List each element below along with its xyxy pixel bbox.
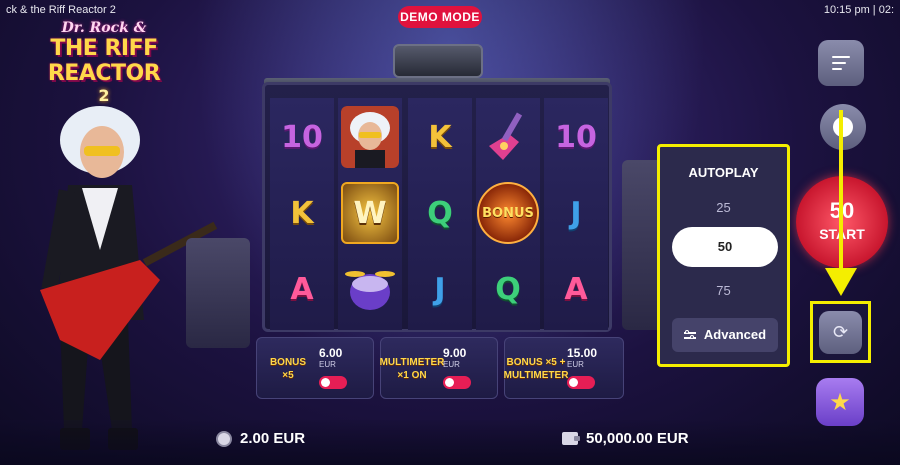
clock: 10:15 pm | 02: xyxy=(823,4,894,16)
wild-icon: W xyxy=(341,182,399,244)
balance-value: 50,000.00 EUR xyxy=(586,430,689,447)
drums-icon xyxy=(345,271,395,310)
favorite-button[interactable]: ★ xyxy=(816,378,864,426)
feature-toggle[interactable] xyxy=(443,376,471,389)
symbol-k: K xyxy=(428,119,452,155)
feature-price: 15.00 xyxy=(567,346,598,360)
logo-line-1: Dr. Rock & xyxy=(61,20,147,36)
symbol-q: Q xyxy=(495,271,521,307)
bottom-bar xyxy=(0,420,900,465)
speaker-right xyxy=(622,160,662,330)
autoplay-panel: AUTOPLAY 25 50 75 Advanced xyxy=(657,144,790,367)
star-icon: ★ xyxy=(829,388,851,416)
symbol-guitar xyxy=(476,102,540,172)
speaker-left xyxy=(186,238,250,348)
demo-mode-badge: DEMO MODE xyxy=(398,6,482,28)
sound-toggle-icon xyxy=(833,117,853,137)
symbol-bonus: BONUS xyxy=(476,178,540,248)
coin-icon xyxy=(216,430,232,447)
reactor-cap xyxy=(393,44,483,78)
rocker-portrait-icon xyxy=(341,106,399,168)
symbol-ten: 10 xyxy=(281,119,323,155)
symbol-wild: W xyxy=(338,178,402,248)
feature-price: 6.00 xyxy=(319,346,343,360)
autoplay-option-75[interactable]: 75 xyxy=(660,283,787,298)
menu-icon xyxy=(832,56,850,70)
autoplay-option-50[interactable]: 50 xyxy=(672,227,778,267)
wallet-icon xyxy=(562,432,580,445)
feature-toggle[interactable] xyxy=(567,376,595,389)
menu-button[interactable] xyxy=(818,40,864,86)
symbol-j: J xyxy=(570,195,582,231)
feature-price: 9.00 xyxy=(443,346,467,360)
annotation-arrow-head xyxy=(825,268,857,296)
feature-art: BONUS ×5 xyxy=(269,357,307,381)
autoplay-option-25[interactable]: 25 xyxy=(660,200,787,215)
symbol-j: J xyxy=(434,271,446,307)
feature-currency: EUR xyxy=(567,360,584,369)
autoplay-button-highlight[interactable]: ⟳ xyxy=(810,301,871,363)
feature-toggle[interactable] xyxy=(319,376,347,389)
feature-art: BONUS ×5 + MULTIMETER xyxy=(503,357,569,381)
feature-art: MULTIMETER ×1 ON xyxy=(379,357,445,381)
symbol-a: A xyxy=(564,271,588,307)
guitar-icon xyxy=(489,112,523,160)
feature-bonus-multimeter[interactable]: BONUS ×5 + MULTIMETER 15.00 EUR xyxy=(504,337,624,399)
sliders-icon xyxy=(683,330,696,340)
bet-value: 2.00 EUR xyxy=(240,430,306,447)
symbol-drums xyxy=(338,254,402,324)
autoplay-title: AUTOPLAY xyxy=(688,165,759,180)
feature-multimeter[interactable]: MULTIMETER ×1 ON 9.00 EUR xyxy=(380,337,498,399)
symbol-rocker xyxy=(338,102,402,172)
symbol-k: K xyxy=(290,195,314,231)
feature-currency: EUR xyxy=(443,360,460,369)
bonus-icon: BONUS xyxy=(477,182,539,244)
symbol-a: A xyxy=(290,271,314,307)
feature-bonus-x5[interactable]: BONUS ×5 6.00 EUR xyxy=(256,337,374,399)
annotation-arrow-line xyxy=(839,110,843,275)
game-logo: Dr. Rock & THE RIFF REACTOR 2 xyxy=(4,20,204,105)
sound-toggle-button[interactable] xyxy=(820,104,866,150)
autoplay-icon: ⟳ xyxy=(819,311,862,354)
balance-display: 50,000.00 EUR xyxy=(562,430,689,447)
advanced-label: Advanced xyxy=(703,327,767,342)
autoplay-advanced-button[interactable]: Advanced xyxy=(672,318,778,352)
symbol-ten: 10 xyxy=(555,119,597,155)
logo-line-2: THE RIFF REACTOR xyxy=(47,36,161,86)
symbol-q: Q xyxy=(427,195,453,231)
bet-display[interactable]: 2.00 EUR xyxy=(216,430,305,447)
feature-currency: EUR xyxy=(319,360,336,369)
window-title: ck & the Riff Reactor 2 xyxy=(6,4,116,16)
